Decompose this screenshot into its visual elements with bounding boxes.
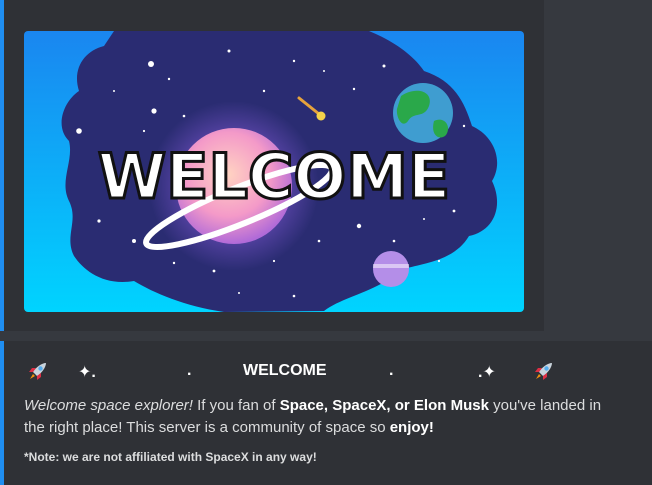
description-bold-topics: Space, SpaceX, or Elon Musk — [279, 397, 489, 414]
description-intro: Welcome space explorer! — [24, 397, 193, 414]
embed-title-row: ✦. . WELCOME . .✦ — [24, 357, 564, 387]
title-dot-left: . — [187, 362, 192, 379]
description-bold-enjoy: enjoy! — [389, 419, 434, 436]
title-sparkle-right: .✦ — [478, 364, 496, 381]
title-sparkle-left: ✦. — [78, 364, 96, 381]
welcome-text-embed: ✦. . WELCOME . .✦ Welcome space explorer… — [0, 341, 652, 485]
rocket-icon — [29, 363, 46, 380]
rocket-icon — [535, 363, 552, 380]
space-illustration: WELCOME — [24, 31, 524, 312]
embed-accent-bar — [0, 341, 4, 485]
banner-title: WELCOME — [98, 140, 451, 213]
description-text-1: If you fan of — [192, 397, 280, 414]
embed-description: Welcome space explorer! If you fan of Sp… — [24, 395, 624, 439]
welcome-banner-embed: WELCOME — [0, 0, 544, 331]
affiliation-note: *Note: we are not affiliated with SpaceX… — [24, 450, 317, 464]
title-dot-right: . — [389, 362, 394, 379]
embed-title: WELCOME — [243, 362, 327, 379]
embed-accent-bar — [0, 0, 4, 331]
welcome-banner-image[interactable]: WELCOME — [24, 31, 524, 312]
